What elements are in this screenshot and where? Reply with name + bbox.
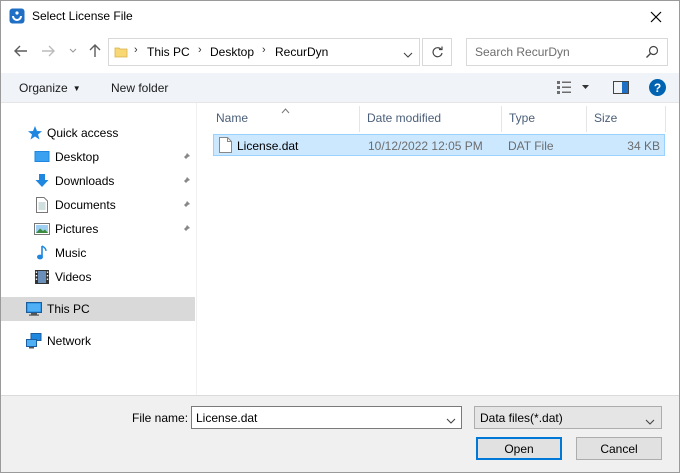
network-icon <box>26 333 42 349</box>
recurdyn-app-icon <box>9 8 25 24</box>
file-icon <box>219 137 232 156</box>
pin-icon[interactable] <box>181 223 191 237</box>
column-header-size[interactable]: Size <box>594 111 617 125</box>
column-header-date-modified[interactable]: Date modified <box>367 111 441 125</box>
column-divider[interactable] <box>501 106 502 132</box>
refresh-icon <box>431 46 443 57</box>
chevron-right-icon: › <box>198 44 202 56</box>
breadcrumb-this-pc[interactable]: This PC <box>147 45 190 59</box>
file-type-value: Data files(*.dat) <box>480 411 563 425</box>
table-row[interactable]: License.dat 10/12/2022 12:05 PM DAT File… <box>213 134 665 156</box>
chevron-down-icon <box>645 414 655 428</box>
size-cell: 34 KB <box>627 139 660 153</box>
dialog-footer: File name: License.dat Data files(*.dat)… <box>1 395 679 472</box>
breadcrumb-desktop[interactable]: Desktop <box>210 45 254 59</box>
arrow-left-icon <box>14 45 27 57</box>
address-dropdown-button[interactable] <box>403 47 413 61</box>
type-cell: DAT File <box>508 139 554 153</box>
column-divider[interactable] <box>586 106 587 132</box>
music-note-icon <box>34 245 50 261</box>
file-name-field[interactable]: License.dat <box>191 406 462 429</box>
arrow-right-icon <box>42 45 55 57</box>
change-view-button[interactable] <box>557 81 591 97</box>
open-button[interactable]: Open <box>476 437 562 460</box>
file-dialog-window: Select License File › This PC › Desktop … <box>0 0 680 473</box>
preview-pane-button[interactable] <box>613 81 629 97</box>
chevron-down-icon <box>69 48 77 53</box>
sidebar-item-documents[interactable]: Documents <box>1 193 195 217</box>
sidebar-item-music[interactable]: Music <box>1 241 195 265</box>
details-view-icon <box>557 81 589 94</box>
desktop-icon <box>34 149 50 165</box>
breadcrumb-recurdyn[interactable]: RecurDyn <box>275 45 328 59</box>
recent-locations-button[interactable] <box>64 41 82 61</box>
sidebar-item-label: Network <box>47 334 92 348</box>
column-header-name[interactable]: Name <box>216 111 248 125</box>
file-name-cell: License.dat <box>237 139 299 153</box>
chevron-right-icon: › <box>262 44 266 56</box>
pin-icon[interactable] <box>181 151 191 165</box>
document-icon <box>34 197 50 213</box>
column-divider[interactable] <box>359 106 360 132</box>
film-icon <box>34 269 50 285</box>
organize-button[interactable]: Organize ▼ <box>19 81 81 95</box>
search-placeholder: Search RecurDyn <box>475 45 570 59</box>
computer-icon <box>26 301 42 317</box>
back-button[interactable] <box>12 41 30 61</box>
address-bar[interactable]: › This PC › Desktop › RecurDyn <box>108 38 420 66</box>
navigation-pane: Quick access Desktop Downloads Documents <box>1 103 197 395</box>
sort-ascending-icon <box>281 103 290 117</box>
pin-icon[interactable] <box>181 199 191 213</box>
pin-icon[interactable] <box>181 175 191 189</box>
file-name-label: File name: <box>132 411 189 425</box>
sidebar-item-network[interactable]: Network <box>1 329 195 353</box>
new-folder-button[interactable]: New folder <box>111 81 168 95</box>
help-button[interactable]: ? <box>649 79 666 96</box>
chevron-down-icon <box>403 52 413 58</box>
sidebar-item-label: Desktop <box>55 150 100 164</box>
download-arrow-icon <box>34 173 50 189</box>
sidebar-item-quick-access[interactable]: Quick access <box>1 121 195 145</box>
sidebar-item-label: Downloads <box>55 174 115 188</box>
file-type-select[interactable]: Data files(*.dat) <box>474 406 662 429</box>
title-bar: Select License File <box>1 1 679 32</box>
star-icon <box>27 125 43 141</box>
sidebar-item-label: Quick access <box>47 126 119 140</box>
forward-button[interactable] <box>39 41 57 61</box>
refresh-button[interactable] <box>422 38 452 66</box>
sidebar-item-label: This PC <box>47 302 90 316</box>
chevron-right-icon: › <box>134 44 138 56</box>
arrow-up-icon <box>89 44 101 57</box>
sidebar-item-downloads[interactable]: Downloads <box>1 169 195 193</box>
command-toolbar: Organize ▼ New folder ? <box>1 73 679 103</box>
window-title: Select License File <box>32 9 133 23</box>
close-icon <box>650 11 662 22</box>
cancel-button[interactable]: Cancel <box>576 437 662 460</box>
chevron-down-icon[interactable] <box>446 413 456 427</box>
sidebar-item-label: Pictures <box>55 222 99 236</box>
sidebar-item-label: Videos <box>55 270 92 284</box>
date-modified-cell: 10/12/2022 12:05 PM <box>368 139 483 153</box>
column-divider[interactable] <box>665 106 666 132</box>
caret-down-icon: ▼ <box>72 84 81 93</box>
up-button[interactable] <box>86 41 104 61</box>
sidebar-item-desktop[interactable]: Desktop <box>1 145 195 169</box>
sidebar-item-label: Music <box>55 246 87 260</box>
column-header-type[interactable]: Type <box>509 111 535 125</box>
sidebar-item-label: Documents <box>55 198 116 212</box>
search-icon <box>645 45 659 62</box>
file-list: Name Date modified Type Size License.dat… <box>198 103 679 395</box>
folder-icon <box>114 45 128 62</box>
file-name-value: License.dat <box>196 411 258 425</box>
sidebar-item-pictures[interactable]: Pictures <box>1 217 195 241</box>
picture-icon <box>34 221 50 237</box>
sidebar-item-videos[interactable]: Videos <box>1 265 195 289</box>
search-input[interactable]: Search RecurDyn <box>466 38 668 66</box>
organize-label: Organize <box>19 81 68 95</box>
close-button[interactable] <box>633 1 679 32</box>
sidebar-item-this-pc[interactable]: This PC <box>1 297 195 321</box>
preview-pane-icon <box>613 81 629 94</box>
